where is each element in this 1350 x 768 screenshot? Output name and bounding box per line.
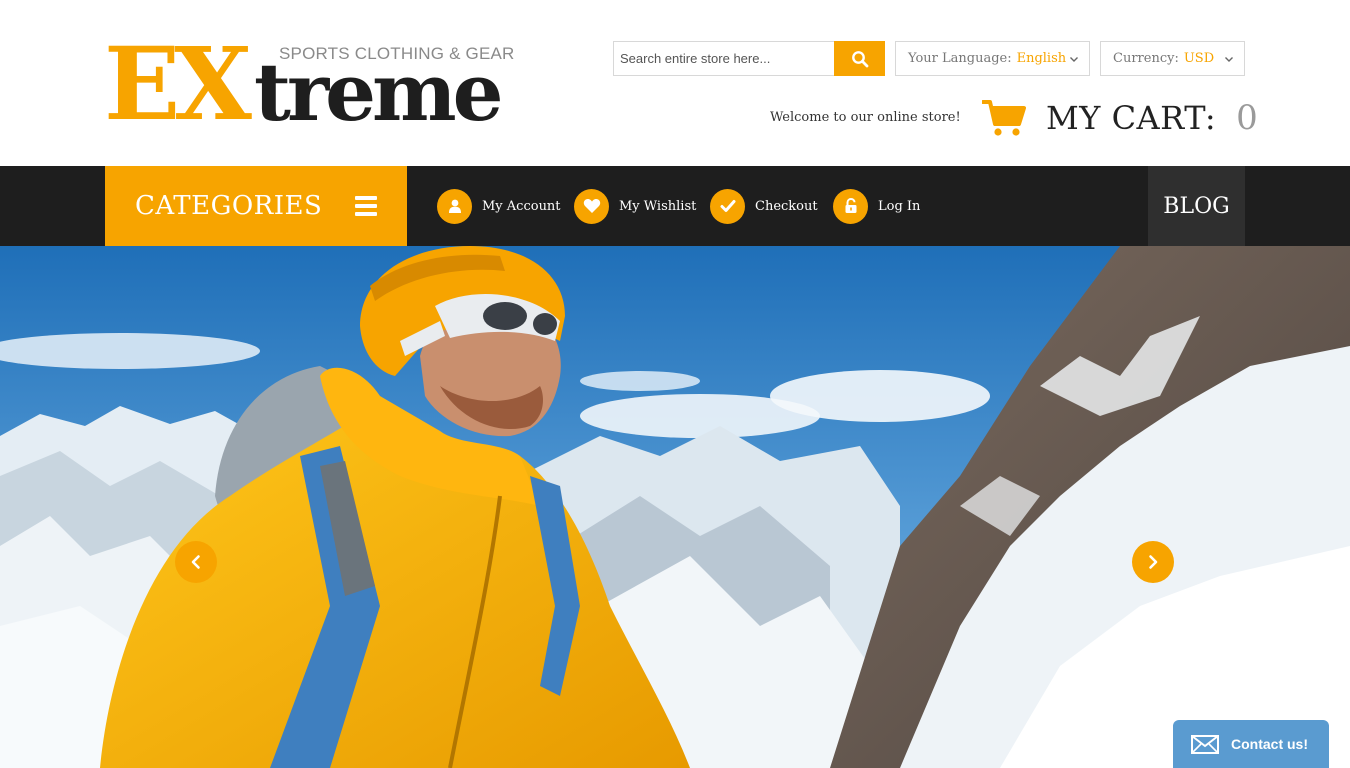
nav-link-label: Log In [878,198,921,214]
nav-link-checkout[interactable]: Checkout [710,188,818,224]
heart-icon [574,188,609,224]
nav-link-label: Checkout [755,198,818,214]
envelope-icon [1191,734,1219,754]
chevron-right-icon [1149,555,1158,569]
nav-link-label: My Account [482,198,561,214]
main-navigation: CATEGORIES My Account My Wishlist Checko… [0,166,1350,246]
contact-us-button[interactable]: Contact us! [1173,720,1329,768]
chevron-down-icon [1070,57,1078,62]
user-icon [437,188,472,224]
chevron-left-icon [191,555,200,569]
site-header: EX treme SPORTS CLOTHING & GEAR Your Lan… [0,0,1350,166]
language-label: Your Language: [908,51,1012,66]
logo-treme-text: treme [254,45,504,139]
nav-link-my-account[interactable]: My Account [437,188,561,224]
categories-menu-button[interactable]: CATEGORIES [105,166,407,246]
welcome-message: Welcome to our online store! [770,110,961,125]
hero-slider [0,246,1350,768]
currency-label: Currency: [1113,51,1179,66]
categories-label: CATEGORIES [135,191,323,221]
slider-prev-button[interactable] [175,541,217,583]
search-bar [613,41,885,76]
cart-label: MY CART: [1046,99,1217,137]
check-icon [710,188,745,224]
language-select[interactable]: Your Language: English [895,41,1090,76]
cart-button[interactable]: MY CART: 0 [982,96,1258,140]
nav-link-my-wishlist[interactable]: My Wishlist [574,188,696,224]
hamburger-menu-icon [355,196,377,216]
nav-link-log-in[interactable]: Log In [833,188,920,224]
unlock-icon [833,188,868,224]
currency-select[interactable]: Currency: USD [1100,41,1245,76]
search-icon [851,50,868,67]
slider-next-button[interactable] [1132,541,1174,583]
blog-link[interactable]: BLOG [1148,166,1245,246]
cart-icon [982,100,1026,136]
nav-link-label: My Wishlist [619,198,697,214]
logo-ex-text: EX [104,25,252,143]
hero-image [0,246,1350,768]
logo-tagline: SPORTS CLOTHING & GEAR [279,44,515,63]
language-value: English [1016,51,1067,66]
search-input[interactable] [613,41,834,76]
contact-us-label: Contact us! [1231,736,1308,752]
cart-count: 0 [1236,98,1258,138]
currency-value: USD [1183,51,1215,66]
chevron-down-icon [1225,57,1233,62]
site-logo[interactable]: EX treme SPORTS CLOTHING & GEAR [104,25,534,143]
search-button[interactable] [834,41,885,76]
